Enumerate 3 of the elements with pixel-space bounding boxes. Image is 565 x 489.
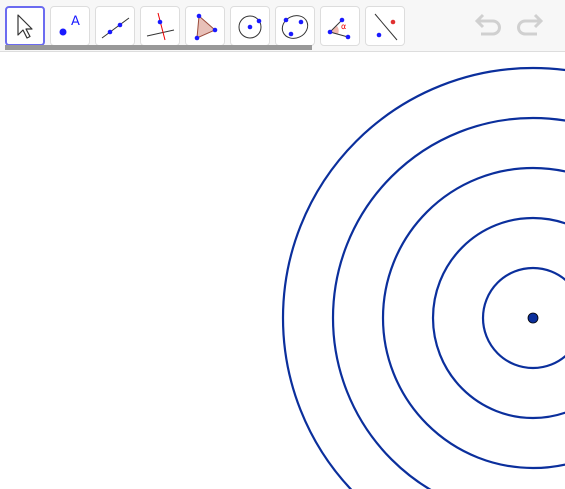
scrollbar-thumb[interactable] bbox=[5, 45, 312, 50]
tool-button[interactable] bbox=[5, 6, 45, 46]
perpendicular-line-icon bbox=[144, 10, 176, 42]
